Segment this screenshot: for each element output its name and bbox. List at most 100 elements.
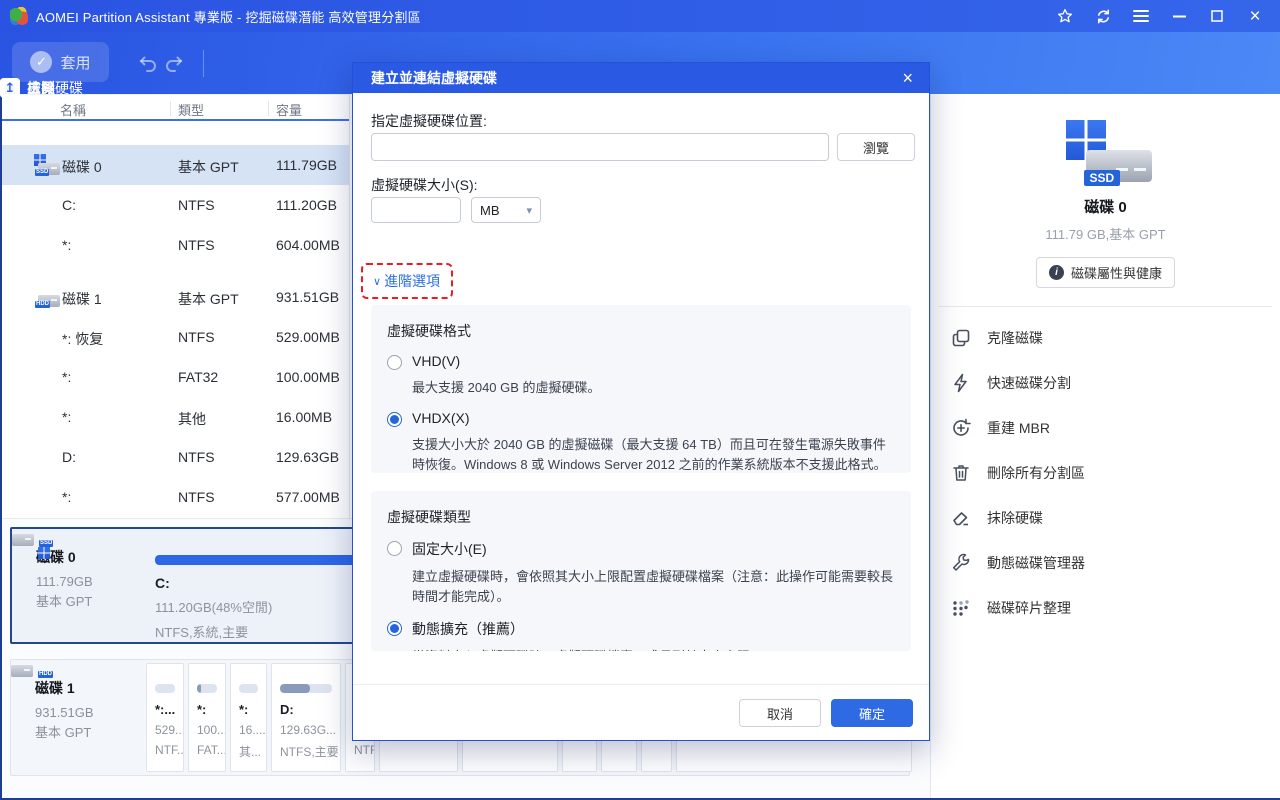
sidebar-item-defrag[interactable]: 磁碟碎片整理 xyxy=(931,585,1280,630)
selected-disk-info: 111.79 GB,基本 GPT xyxy=(931,224,1280,243)
vhd-type-section: 虛擬硬碟類型 固定大小(E) 建立虛擬硬碟時，會依照其大小上限配置虛擬硬碟檔案（… xyxy=(371,491,911,651)
row-name: *: xyxy=(62,409,71,425)
table-row[interactable]: *: NTFS 604.00MB xyxy=(2,225,349,265)
vhd-size-label: 虛擬硬碟大小(S): xyxy=(371,175,478,195)
toolbar-item-vhd[interactable]: ↥虛擬硬碟 xyxy=(0,78,83,98)
table-row[interactable]: C: NTFS 111.20GB xyxy=(2,185,349,225)
sidebar: 磁碟 0 111.79 GB,基本 GPT 磁碟屬性與健康 克隆磁碟 快速磁碟分… xyxy=(930,94,1280,798)
table-row[interactable]: D: NTFS 129.63GB xyxy=(2,437,349,477)
create-vhd-dialog: 建立並連結虛擬硬碟 × 指定虛擬硬碟位置: 瀏覽 虛擬硬碟大小(S): MB ▾… xyxy=(352,62,930,741)
row-capacity: 16.00MB xyxy=(276,409,332,425)
sidebar-item-delete-all-partitions[interactable]: 刪除所有分割區 xyxy=(931,450,1280,495)
advanced-options-toggle[interactable]: ∨ 進階選項 xyxy=(373,271,440,291)
row-capacity: 111.79GB xyxy=(276,157,337,173)
row-capacity: 931.51GB xyxy=(276,289,339,305)
row-name: 磁碟 0 xyxy=(62,157,102,177)
column-header-capacity[interactable]: 容量 xyxy=(276,100,302,119)
title-bar: AOMEI Partition Assistant 專業版 - 挖掘磁碟潛能 高… xyxy=(0,0,1280,32)
sidebar-item-clone-disk[interactable]: 克隆磁碟 xyxy=(931,315,1280,360)
table-header: 名稱 類型 容量 xyxy=(2,94,349,121)
table-row[interactable]: *: FAT32 100.00MB xyxy=(2,357,349,397)
wipe-disk-icon xyxy=(951,508,971,528)
format-option: VHDX(X) 支援大小大於 2040 GB 的虛擬磁碟（最大支援 64 TB）… xyxy=(387,410,895,473)
dialog-close-icon[interactable]: × xyxy=(898,68,917,89)
disk1-info: 磁碟 1 931.51GB 基本 GPT xyxy=(11,660,143,775)
rebuild-mbr-icon xyxy=(951,418,971,438)
defrag-icon xyxy=(951,598,971,618)
table-row[interactable]: *: 其他 16.00MB xyxy=(2,397,349,437)
close-icon[interactable]: × xyxy=(1236,0,1274,32)
disk-icon xyxy=(32,154,62,176)
radio-button[interactable] xyxy=(387,412,402,427)
row-type: 基本 GPT xyxy=(178,157,239,177)
browse-button[interactable]: 瀏覽 xyxy=(837,133,915,161)
radio-description: 當資料寫入虛擬硬碟時，虛擬硬碟檔案可成長到其大小上限。 xyxy=(412,647,895,651)
partition-cell[interactable]: D: 129.63G... NTFS,主要 xyxy=(271,663,341,772)
dialog-titlebar: 建立並連結虛擬硬碟 × xyxy=(353,63,929,93)
radio-description: 支援大小大於 2040 GB 的虛擬磁碟（最大支援 64 TB）而且可在發生電源… xyxy=(412,435,895,473)
header-divider xyxy=(170,101,171,116)
ssd-disk-icon-large xyxy=(1058,120,1154,186)
row-type: NTFS xyxy=(178,197,215,213)
radio-button[interactable] xyxy=(387,541,402,556)
usage-bar xyxy=(280,684,332,693)
radio-description: 最大支援 2040 GB 的虛擬硬碟。 xyxy=(412,378,895,398)
row-type: NTFS xyxy=(178,489,215,505)
usage-bar xyxy=(197,684,217,693)
toolbar-divider xyxy=(203,50,204,77)
radio-button[interactable] xyxy=(387,355,402,370)
menu-icon[interactable] xyxy=(1122,0,1160,32)
vhd-location-input[interactable] xyxy=(371,133,829,161)
table-row[interactable]: 磁碟 1 基本 GPT 931.51GB xyxy=(2,277,349,317)
row-capacity: 129.63GB xyxy=(276,449,339,465)
radio-button[interactable] xyxy=(387,621,402,636)
row-type: NTFS xyxy=(178,329,215,345)
table-row[interactable]: *: NTFS 577.00MB xyxy=(2,477,349,517)
disk0-info: 磁碟 0 111.79GB 基本 GPT xyxy=(12,529,144,642)
sidebar-item-wipe-disk[interactable]: 抹除硬碟 xyxy=(931,495,1280,540)
size-unit-select[interactable]: MB ▾ xyxy=(471,197,541,223)
info-icon xyxy=(1049,265,1064,280)
radio-label[interactable]: VHD(V) xyxy=(412,353,895,370)
sidebar-item-quick-partition[interactable]: 快速磁碟分割 xyxy=(931,360,1280,405)
sidebar-item-dynamic-disk[interactable]: 動態磁碟管理器 xyxy=(931,540,1280,585)
row-name: *: xyxy=(62,489,71,505)
radio-label[interactable]: 固定大小(E) xyxy=(412,539,895,559)
maximize-icon[interactable] xyxy=(1198,0,1236,32)
minimize-icon[interactable] xyxy=(1160,0,1198,32)
refresh-icon[interactable] xyxy=(1084,0,1122,32)
window-title: AOMEI Partition Assistant 專業版 - 挖掘磁碟潛能 高… xyxy=(36,7,421,26)
apply-button[interactable]: ✓ 套用 xyxy=(12,42,109,82)
row-capacity: 100.00MB xyxy=(276,369,340,385)
redo-icon[interactable] xyxy=(164,54,186,77)
ok-button[interactable]: 確定 xyxy=(831,699,913,727)
row-type: 基本 GPT xyxy=(178,289,239,309)
table-row[interactable]: 磁碟 0 基本 GPT 111.79GB xyxy=(2,145,349,185)
column-header-type[interactable]: 類型 xyxy=(178,100,204,119)
row-name: C: xyxy=(62,197,76,213)
selected-disk-name: 磁碟 0 xyxy=(931,196,1280,217)
type-option: 固定大小(E) 建立虛擬硬碟時，會依照其大小上限配置虛擬硬碟檔案（注意：此操作可… xyxy=(387,539,895,607)
vhd-location-label: 指定虛擬硬碟位置: xyxy=(371,111,487,131)
column-header-name[interactable]: 名稱 xyxy=(60,100,86,119)
row-capacity: 604.00MB xyxy=(276,237,340,253)
table-row[interactable]: *: 恢复 NTFS 529.00MB xyxy=(2,317,349,357)
disk-icon xyxy=(32,286,62,308)
row-capacity: 529.00MB xyxy=(276,329,340,345)
partition-cell[interactable]: *: 100... FAT... xyxy=(188,663,226,772)
sidebar-item-rebuild-mbr[interactable]: 重建 MBR xyxy=(931,405,1280,450)
type-option: 動態擴充（推薦） 當資料寫入虛擬硬碟時，虛擬硬碟檔案可成長到其大小上限。 xyxy=(387,619,895,651)
favorite-icon[interactable] xyxy=(1046,0,1084,32)
radio-label[interactable]: VHDX(X) xyxy=(412,410,895,427)
radio-label[interactable]: 動態擴充（推薦） xyxy=(412,619,895,639)
vhd-size-input[interactable] xyxy=(371,197,461,223)
dialog-title: 建立並連結虛擬硬碟 xyxy=(371,68,497,88)
app-logo-icon xyxy=(10,7,28,25)
app-window: AOMEI Partition Assistant 專業版 - 挖掘磁碟潛能 高… xyxy=(0,0,1280,800)
undo-icon[interactable] xyxy=(136,54,158,77)
disk-properties-button[interactable]: 磁碟屬性與健康 xyxy=(1036,257,1175,288)
cancel-button[interactable]: 取消 xyxy=(739,699,821,727)
partition-cell[interactable]: *:... 529... NTF... xyxy=(146,663,184,772)
row-name: 磁碟 1 xyxy=(62,289,102,309)
partition-cell[interactable]: *: 16.... 其... xyxy=(230,663,267,772)
